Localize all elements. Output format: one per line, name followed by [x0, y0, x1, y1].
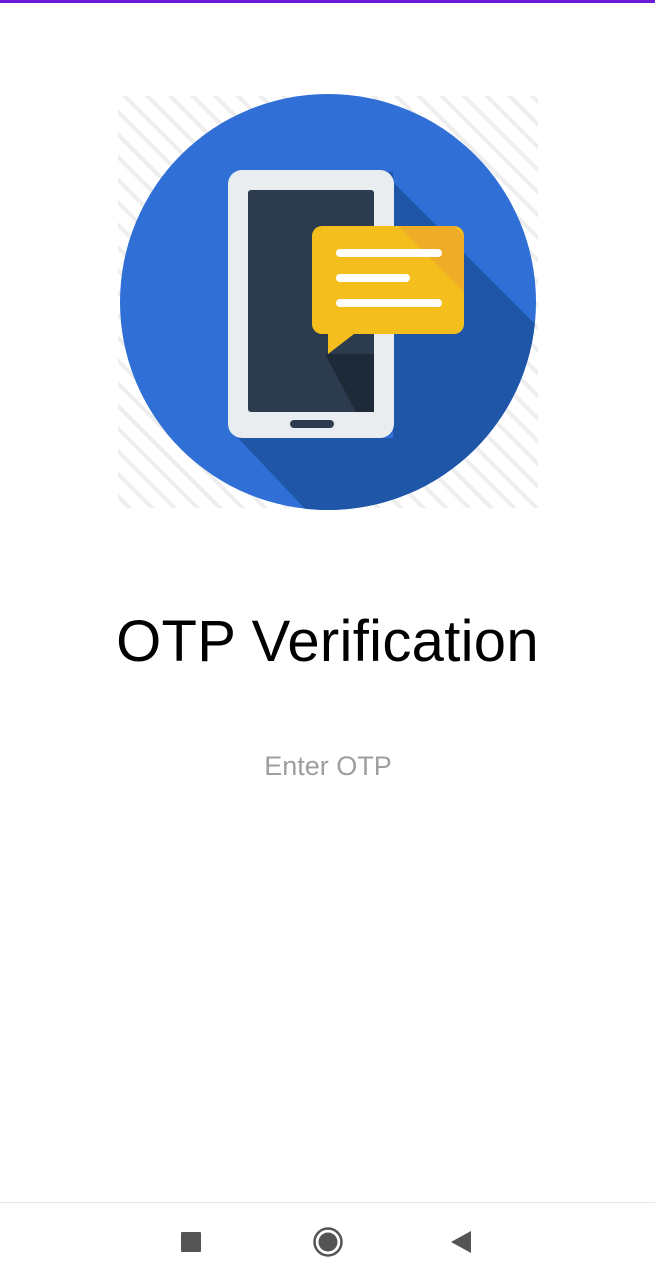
home-button[interactable]: [289, 1203, 367, 1280]
top-accent-bar: [0, 0, 655, 3]
phone-home-button: [290, 420, 334, 428]
square-icon: [181, 1232, 201, 1252]
recent-apps-button[interactable]: [152, 1203, 230, 1280]
bubble-line-3: [336, 299, 442, 307]
circle-home-icon: [313, 1227, 343, 1257]
triangle-back-icon: [451, 1231, 471, 1253]
bubble-line-2: [336, 274, 410, 282]
back-button[interactable]: [422, 1203, 500, 1280]
otp-input[interactable]: [178, 742, 478, 790]
phone-message-illustration: [118, 92, 538, 512]
system-navigation-bar: [0, 1202, 655, 1280]
otp-verification-screen: OTP Verification: [0, 0, 655, 1280]
bubble-line-1: [336, 249, 442, 257]
page-title: OTP Verification: [116, 609, 539, 674]
